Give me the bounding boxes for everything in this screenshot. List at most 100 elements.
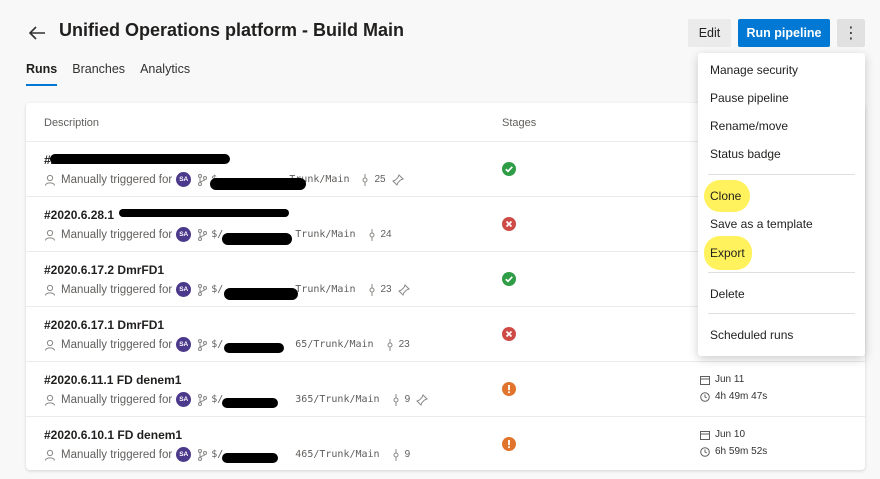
commit-icon [393, 393, 399, 406]
branch-path-end: 65/Trunk/Main [295, 339, 374, 350]
pin-icon[interactable] [397, 283, 410, 296]
tab-runs[interactable]: Runs [26, 62, 58, 86]
stage-failed-icon[interactable] [502, 327, 516, 341]
trigger-text: Manually triggered for [61, 448, 173, 461]
run-duration: 6h 59m 52s [700, 446, 767, 457]
branch-icon [198, 283, 208, 296]
person-icon [45, 174, 55, 186]
branch-path-end: 465/Trunk/Main [295, 449, 380, 460]
redaction-mark [224, 288, 298, 300]
menu-divider [708, 174, 855, 175]
avatar: SA [176, 392, 192, 407]
stage-success-icon[interactable] [502, 162, 516, 176]
pin-icon[interactable] [416, 393, 429, 406]
redaction-mark [50, 154, 230, 164]
branch-icon [198, 393, 208, 406]
avatar: SA [176, 337, 192, 352]
run-title[interactable]: #2020.6.11.1 FD denem1 [44, 373, 181, 387]
commit-icon [393, 448, 399, 461]
menu-divider [708, 313, 855, 314]
trigger-text: Manually triggered for [61, 173, 173, 186]
run-date-text: Jun 11 [715, 374, 745, 385]
branch-icon [198, 338, 208, 351]
redaction-mark [119, 209, 289, 217]
menu-item-scheduled-runs[interactable]: Scheduled runs [710, 328, 793, 342]
run-date: Jun 11 [700, 374, 744, 385]
table-row[interactable]: #2020.6.10.1 FD denem1 Manually triggere… [26, 416, 865, 470]
commit-count: 9 [404, 449, 411, 460]
stage-warning-icon[interactable] [502, 382, 516, 396]
clock-icon [700, 391, 710, 402]
tab-branches[interactable]: Branches [72, 62, 125, 86]
person-icon [45, 284, 55, 296]
tab-analytics[interactable]: Analytics [140, 62, 190, 86]
branch-icon [198, 448, 208, 461]
trigger-text: Manually triggered for [61, 393, 173, 406]
column-header-description: Description [44, 117, 100, 129]
commit-icon [369, 283, 374, 296]
run-title[interactable]: #2020.6.17.2 DmrFD1 [44, 263, 164, 277]
run-date-text: Jun 10 [715, 429, 746, 440]
branch-path-end: Trunk/Main [295, 229, 356, 240]
tab-list: Runs Branches Analytics [26, 62, 190, 86]
menu-item-delete[interactable]: Delete [710, 287, 745, 301]
commit-count: 25 [374, 174, 386, 185]
edit-button[interactable]: Edit [688, 19, 731, 47]
menu-item-rename-move[interactable]: Rename/move [710, 119, 788, 133]
stage-warning-icon[interactable] [502, 437, 516, 451]
run-duration-text: 4h 49m 47s [715, 391, 768, 402]
person-icon [45, 394, 55, 406]
commit-count: 24 [380, 229, 392, 240]
menu-item-save-as-template[interactable]: Save as a template [710, 217, 813, 231]
table-row[interactable]: #2020.6.11.1 FD denem1 Manually triggere… [26, 361, 865, 417]
calendar-icon [700, 430, 710, 440]
branch-icon [198, 173, 208, 186]
back-arrow-icon[interactable] [26, 22, 48, 44]
more-actions-button[interactable]: ⋮ [837, 19, 865, 47]
commit-count: 23 [398, 339, 410, 350]
clock-icon [700, 446, 710, 457]
run-title[interactable]: #2020.6.17.1 DmrFD1 [44, 318, 164, 332]
commit-icon [362, 173, 368, 186]
menu-item-status-badge[interactable]: Status badge [710, 147, 781, 161]
redaction-mark [224, 343, 284, 353]
menu-item-manage-security[interactable]: Manage security [710, 63, 798, 77]
calendar-icon [700, 375, 710, 385]
branch-icon [198, 228, 208, 241]
run-duration: 4h 49m 47s [700, 391, 767, 402]
redaction-mark [222, 453, 278, 463]
person-icon [45, 449, 55, 461]
menu-item-pause-pipeline[interactable]: Pause pipeline [710, 91, 789, 105]
menu-item-export[interactable]: Export [710, 246, 745, 260]
page-title: Unified Operations platform - Build Main [59, 20, 405, 40]
redaction-mark [222, 398, 278, 408]
stage-failed-icon[interactable] [502, 217, 516, 231]
stage-success-icon[interactable] [502, 272, 516, 286]
trigger-text: Manually triggered for [61, 338, 173, 351]
menu-item-clone[interactable]: Clone [710, 189, 741, 203]
avatar: SA [176, 227, 192, 242]
trigger-text: Manually triggered for [61, 228, 173, 241]
avatar: SA [176, 447, 192, 462]
trigger-text: Manually triggered for [61, 283, 173, 296]
run-meta: Manually triggered for SA $/ Trunk/Main … [44, 227, 392, 242]
run-title[interactable]: #2020.6.28.1 [44, 208, 114, 222]
menu-divider [708, 272, 855, 273]
branch-path-end: Trunk/Main [295, 284, 356, 295]
run-pipeline-button[interactable]: Run pipeline [738, 19, 830, 47]
avatar: SA [176, 282, 192, 297]
column-header-stages: Stages [502, 117, 537, 129]
redaction-mark [210, 178, 306, 190]
run-title[interactable]: #2020.6.10.1 FD denem1 [44, 428, 182, 442]
pin-icon[interactable] [391, 173, 404, 186]
person-icon [45, 339, 55, 351]
avatar: SA [176, 172, 192, 187]
person-icon [45, 229, 55, 241]
commit-count: 9 [404, 394, 411, 405]
run-date: Jun 10 [700, 429, 745, 440]
commit-icon [369, 228, 374, 241]
redaction-mark [222, 233, 292, 245]
branch-path-end: 365/Trunk/Main [295, 394, 380, 405]
commit-icon [387, 338, 393, 351]
branch-path-start: $/ [211, 339, 224, 350]
